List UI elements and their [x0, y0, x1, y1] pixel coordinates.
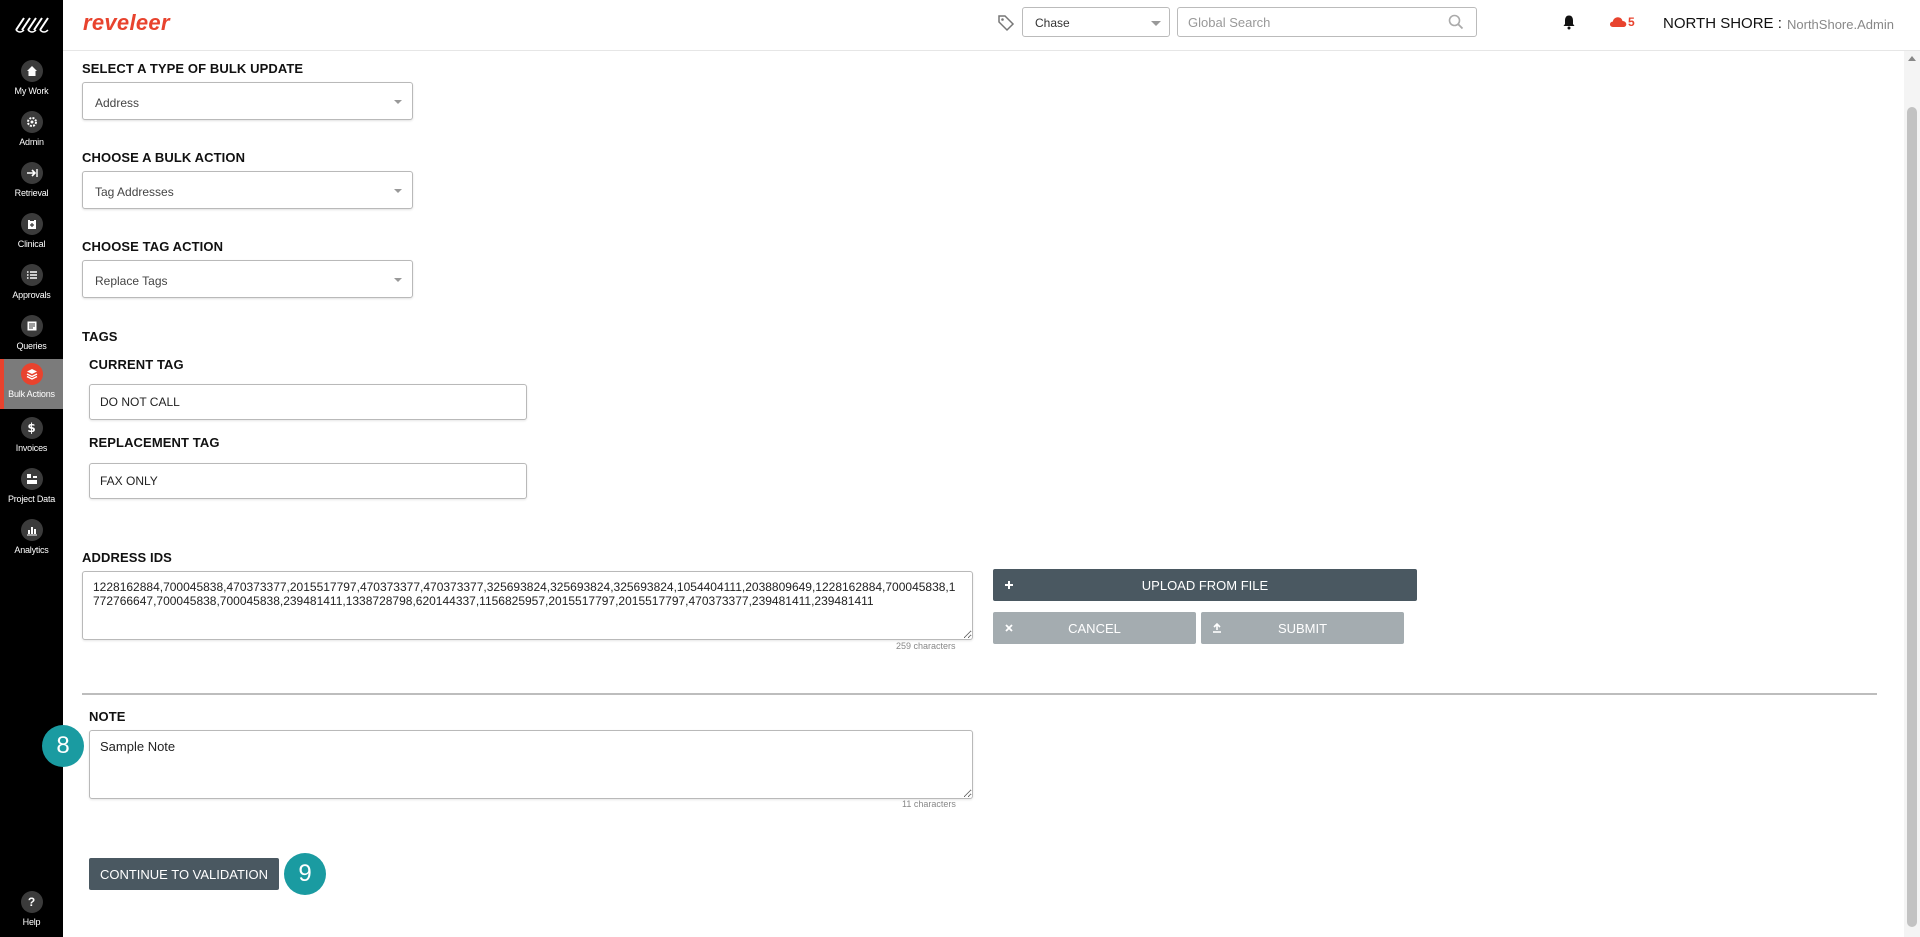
submit-label: SUBMIT: [1277, 620, 1328, 636]
sidebar-item-help[interactable]: ? Help: [0, 887, 63, 937]
current-tag-input[interactable]: [89, 384, 527, 420]
bulk-action-select[interactable]: Tag Addresses: [82, 171, 413, 209]
address-ids-char-count: 259 characters: [896, 641, 956, 651]
entity-type-select[interactable]: Chase: [1022, 7, 1170, 37]
bulk-action-label: CHOOSE A BULK ACTION: [82, 150, 246, 165]
replacement-tag-label: REPLACEMENT TAG: [89, 435, 220, 450]
upload-from-file-button[interactable]: UPLOAD FROM FILE: [993, 569, 1417, 601]
sidebar: My Work Admin Retrieval Clinical Approva…: [0, 0, 63, 937]
scrollbar-thumb[interactable]: [1907, 107, 1917, 927]
sidebar-item-label: Approvals: [12, 290, 51, 300]
bulk-type-label: SELECT A TYPE OF BULK UPDATE: [82, 61, 304, 76]
cloud-icon: [1609, 17, 1627, 27]
tag-action-value: Replace Tags: [95, 274, 168, 288]
note-char-count: 11 characters: [902, 799, 956, 809]
chevron-down-icon: [394, 278, 402, 282]
grid-icon: [20, 468, 43, 490]
sidebar-item-analytics[interactable]: Analytics: [0, 515, 63, 565]
chevron-down-icon: [1151, 21, 1161, 26]
section-divider: [82, 693, 1877, 695]
tag-action-label: CHOOSE TAG ACTION: [82, 239, 224, 254]
step-badge-continue: 9: [284, 853, 326, 895]
notification-count: 5: [1628, 15, 1635, 29]
step-badge-note: 8: [42, 725, 84, 767]
address-ids-textarea[interactable]: 1228162884,700045838,470373377,201551779…: [82, 571, 973, 640]
bar-chart-icon: [20, 519, 43, 541]
scroll-up-arrow-icon[interactable]: [1908, 56, 1916, 61]
app-logo-icon[interactable]: [14, 14, 50, 34]
note-label: NOTE: [89, 709, 126, 724]
search-icon[interactable]: [1448, 14, 1464, 30]
question-icon: ?: [20, 891, 43, 913]
user-name[interactable]: NorthShore.Admin: [1787, 17, 1894, 32]
arrow-right-icon: [20, 162, 43, 184]
global-search-input[interactable]: [1177, 7, 1477, 37]
tag-action-select[interactable]: Replace Tags: [82, 260, 413, 298]
replacement-tag-input[interactable]: [89, 463, 527, 499]
sidebar-item-label: Bulk Actions: [8, 389, 55, 399]
cancel-label: CANCEL: [1068, 620, 1121, 636]
org-name: NORTH SHORE :: [1663, 15, 1782, 32]
cancel-button[interactable]: CANCEL: [993, 612, 1196, 644]
continue-to-validation-button[interactable]: CONTINUE TO VALIDATION: [89, 858, 279, 890]
sidebar-item-label: My Work: [14, 86, 49, 96]
dollar-icon: $: [20, 417, 43, 439]
sidebar-item-label: Project Data: [7, 494, 56, 504]
entity-type-value: Chase: [1035, 16, 1070, 30]
close-icon: [1005, 624, 1013, 632]
upload-icon: [1213, 622, 1221, 633]
bell-icon[interactable]: [1561, 14, 1577, 30]
bulk-type-select[interactable]: Address: [82, 82, 413, 120]
top-header: reveleer Chase 5 NORTH SHORE : NorthShor…: [63, 0, 1920, 51]
sidebar-item-bulk-actions[interactable]: Bulk Actions: [0, 359, 63, 409]
sidebar-item-queries[interactable]: Queries: [0, 311, 63, 361]
sidebar-item-clinical[interactable]: Clinical: [0, 209, 63, 259]
chevron-down-icon: [394, 100, 402, 104]
sidebar-item-admin[interactable]: Admin: [0, 107, 63, 157]
sidebar-item-label: Help: [22, 917, 41, 927]
sidebar-item-label: Retrieval: [14, 188, 49, 198]
home-icon: [20, 60, 43, 82]
plus-icon: [1005, 581, 1013, 589]
current-tag-label: CURRENT TAG: [89, 357, 184, 372]
continue-to-validation-label: CONTINUE TO VALIDATION: [99, 866, 269, 882]
note-textarea[interactable]: Sample Note: [89, 730, 973, 799]
sidebar-item-my-work[interactable]: My Work: [0, 56, 63, 106]
sidebar-item-invoices[interactable]: $ Invoices: [0, 413, 63, 463]
sidebar-item-label: Invoices: [15, 443, 48, 453]
clipboard-icon: [20, 213, 43, 235]
sidebar-item-retrieval[interactable]: Retrieval: [0, 158, 63, 208]
list-check-icon: [20, 264, 43, 286]
sidebar-item-project-data[interactable]: Project Data: [0, 464, 63, 514]
tag-icon[interactable]: [997, 14, 1015, 32]
bulk-action-value: Tag Addresses: [95, 185, 174, 199]
layers-icon: [20, 363, 43, 385]
sidebar-item-approvals[interactable]: Approvals: [0, 260, 63, 310]
brand-logo[interactable]: reveleer: [83, 10, 170, 36]
submit-button[interactable]: SUBMIT: [1201, 612, 1404, 644]
chevron-down-icon: [394, 189, 402, 193]
sidebar-item-label: Admin: [19, 137, 44, 147]
document-icon: [20, 315, 43, 337]
sidebar-item-label: Clinical: [17, 239, 46, 249]
address-ids-label: ADDRESS IDS: [82, 550, 172, 565]
tags-label: TAGS: [82, 329, 118, 344]
sidebar-item-label: Analytics: [14, 545, 49, 555]
bulk-type-value: Address: [95, 96, 140, 110]
sidebar-item-label: Queries: [16, 341, 47, 351]
cloud-notification[interactable]: 5: [1609, 15, 1635, 29]
upload-from-file-label: UPLOAD FROM FILE: [1141, 577, 1269, 593]
gear-icon: [20, 111, 43, 133]
